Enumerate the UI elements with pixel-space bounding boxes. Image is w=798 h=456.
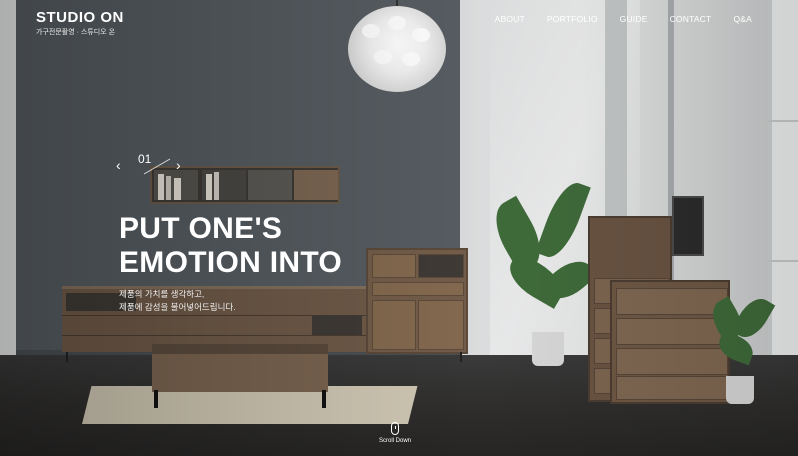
mouse-icon — [391, 422, 399, 435]
chevron-right-icon[interactable]: › — [176, 158, 181, 172]
headline-line-2: EMOTION INTO — [119, 246, 343, 279]
scroll-down-label: Scroll Down — [378, 438, 411, 444]
hero-description: 제품의 가치를 생각하고, 제품에 감성을 불어넣어드립니다. — [119, 288, 236, 314]
main-nav: ABOUT PORTFOLIO GUIDE CONTACT Q&A — [473, 14, 752, 24]
headline-line-1: PUT ONE'S — [119, 212, 283, 245]
nav-item-contact[interactable]: CONTACT — [670, 14, 712, 24]
logo-text: STUDIO ON — [36, 9, 124, 26]
nav-item-guide[interactable]: GUIDE — [620, 14, 648, 24]
description-line-2: 제품에 감성을 불어넣어드립니다. — [119, 302, 236, 312]
slide-counter: ‹ 01 › — [116, 150, 186, 180]
nav-item-qna[interactable]: Q&A — [733, 14, 752, 24]
logo-subtitle: 가구전문촬영 · 스튜디오 온 — [36, 29, 116, 36]
nav-item-about[interactable]: ABOUT — [495, 14, 525, 24]
nav-item-portfolio[interactable]: PORTFOLIO — [547, 14, 598, 24]
slide-number: 01 — [138, 152, 152, 166]
hero-headline: PUT ONE'S EMOTION INTO — [119, 212, 342, 280]
site-logo[interactable]: STUDIO ON 가구전문촬영 · 스튜디오 온 — [36, 10, 124, 37]
scroll-down-button[interactable]: Scroll Down — [370, 422, 420, 444]
chevron-left-icon[interactable]: ‹ — [116, 158, 121, 172]
description-line-1: 제품의 가치를 생각하고, — [119, 289, 205, 299]
